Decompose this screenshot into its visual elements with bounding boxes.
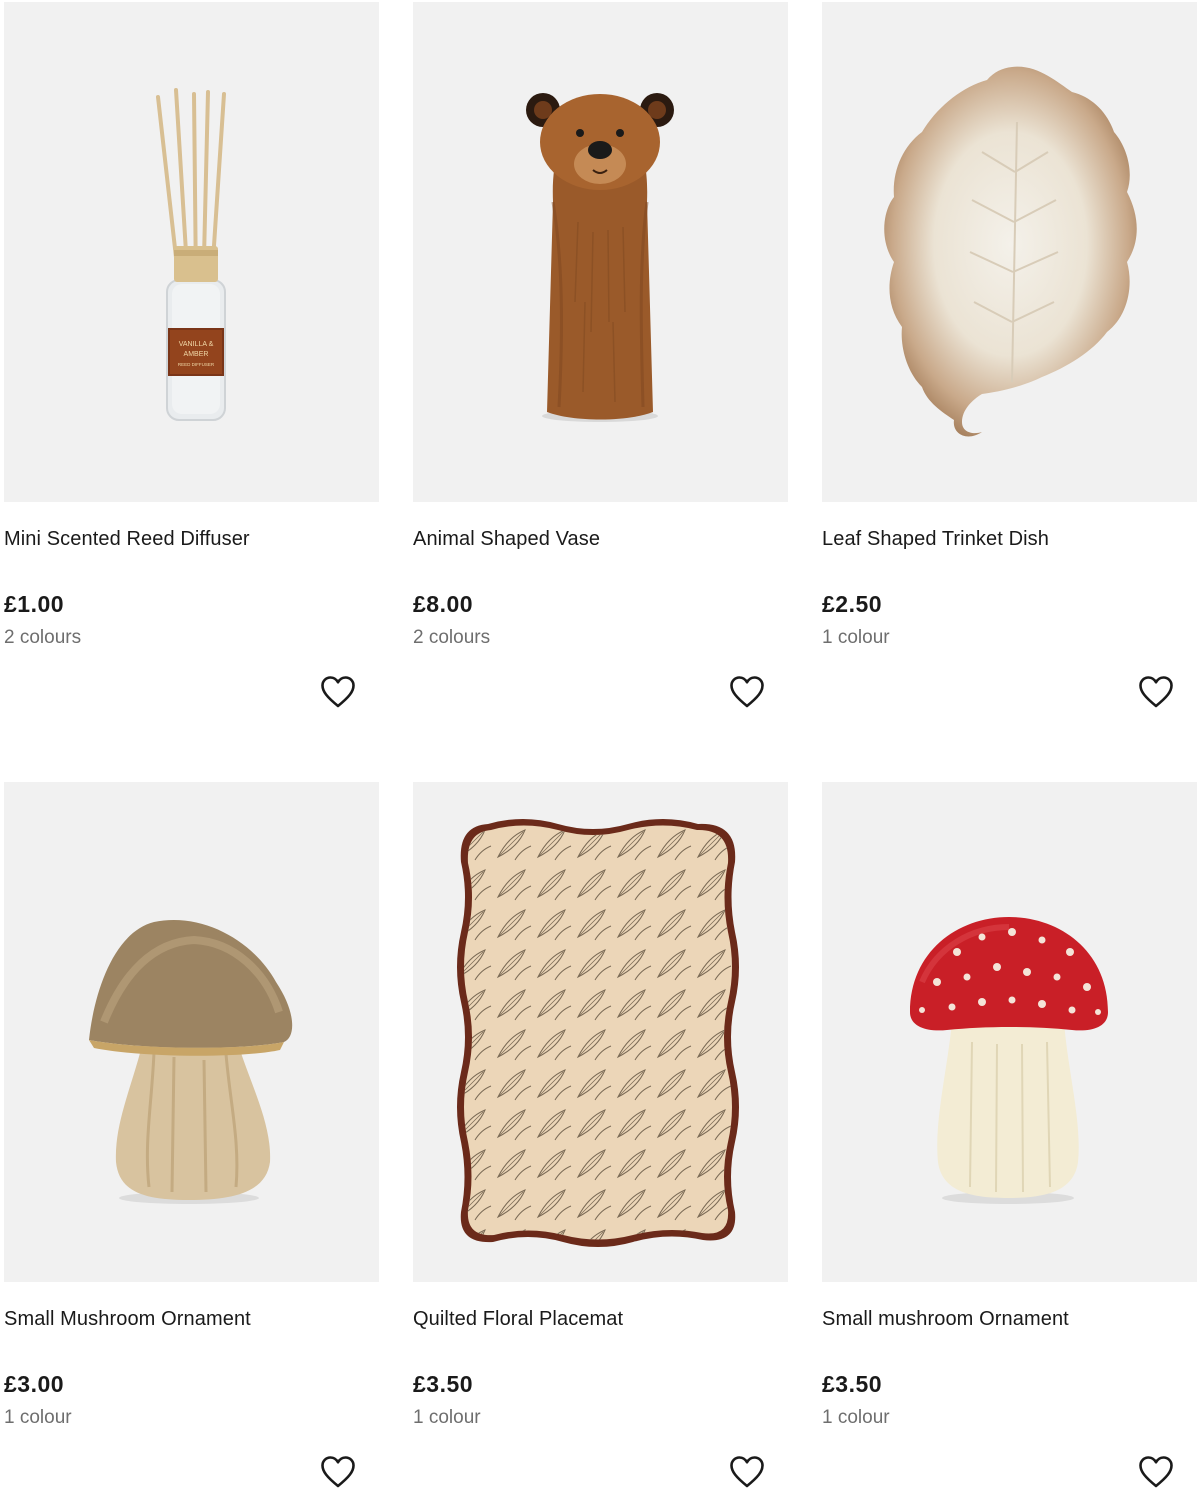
product-image-brown-mushroom[interactable] bbox=[4, 782, 379, 1282]
product-image-placemat[interactable] bbox=[413, 782, 788, 1282]
heart-outline-icon bbox=[321, 1456, 355, 1488]
product-price: £2.50 bbox=[822, 591, 883, 617]
product-title[interactable]: Mini Scented Reed Diffuser bbox=[4, 528, 250, 551]
heart-outline-icon bbox=[730, 1456, 764, 1488]
placemat-image bbox=[457, 819, 739, 1247]
label-line-2: AMBER bbox=[184, 351, 209, 358]
product-colours: 1 colour bbox=[822, 627, 890, 648]
product-image-reed-diffuser[interactable]: VANILLA & AMBER REED DIFFUSER bbox=[4, 2, 379, 502]
reed-diffuser-image: VANILLA & AMBER REED DIFFUSER bbox=[156, 88, 226, 421]
product-image-bear-vase[interactable] bbox=[413, 2, 788, 502]
product-grid: VANILLA & AMBER REED DIFFUSER Mini Scent… bbox=[0, 0, 1200, 1490]
label-line-1: VANILLA & bbox=[179, 341, 214, 348]
label-line-3: REED DIFFUSER bbox=[178, 362, 215, 367]
product-colours: 1 colour bbox=[822, 1407, 890, 1428]
wishlist-button[interactable] bbox=[729, 675, 765, 709]
heart-outline-icon bbox=[1139, 676, 1173, 708]
product-image-red-mushroom[interactable] bbox=[822, 782, 1197, 1282]
wishlist-button[interactable] bbox=[320, 1455, 356, 1489]
product-colours: 1 colour bbox=[413, 1407, 481, 1428]
product-title[interactable]: Small mushroom Ornament bbox=[822, 1308, 1069, 1331]
product-title[interactable]: Small Mushroom Ornament bbox=[4, 1308, 251, 1331]
product-colours: 2 colours bbox=[4, 627, 82, 648]
heart-outline-icon bbox=[730, 676, 764, 708]
heart-outline-icon bbox=[1139, 1456, 1173, 1488]
red-mushroom-image bbox=[910, 917, 1108, 1204]
product-price: £3.00 bbox=[4, 1371, 65, 1397]
wishlist-button[interactable] bbox=[729, 1455, 765, 1489]
bear-vase-image bbox=[526, 93, 674, 422]
product-price: £3.50 bbox=[413, 1371, 474, 1397]
brown-mushroom-image bbox=[89, 920, 293, 1204]
product-price: £3.50 bbox=[822, 1371, 883, 1397]
leaf-dish-image bbox=[884, 66, 1137, 437]
product-price: £8.00 bbox=[413, 591, 474, 617]
wishlist-button[interactable] bbox=[1138, 1455, 1174, 1489]
product-title[interactable]: Animal Shaped Vase bbox=[413, 528, 600, 551]
heart-outline-icon bbox=[321, 676, 355, 708]
product-image-leaf-dish[interactable] bbox=[822, 2, 1197, 502]
product-colours: 2 colours bbox=[413, 627, 491, 648]
product-title[interactable]: Quilted Floral Placemat bbox=[413, 1308, 623, 1331]
product-colours: 1 colour bbox=[4, 1407, 72, 1428]
product-title[interactable]: Leaf Shaped Trinket Dish bbox=[822, 528, 1049, 551]
product-price: £1.00 bbox=[4, 591, 65, 617]
wishlist-button[interactable] bbox=[320, 675, 356, 709]
wishlist-button[interactable] bbox=[1138, 675, 1174, 709]
